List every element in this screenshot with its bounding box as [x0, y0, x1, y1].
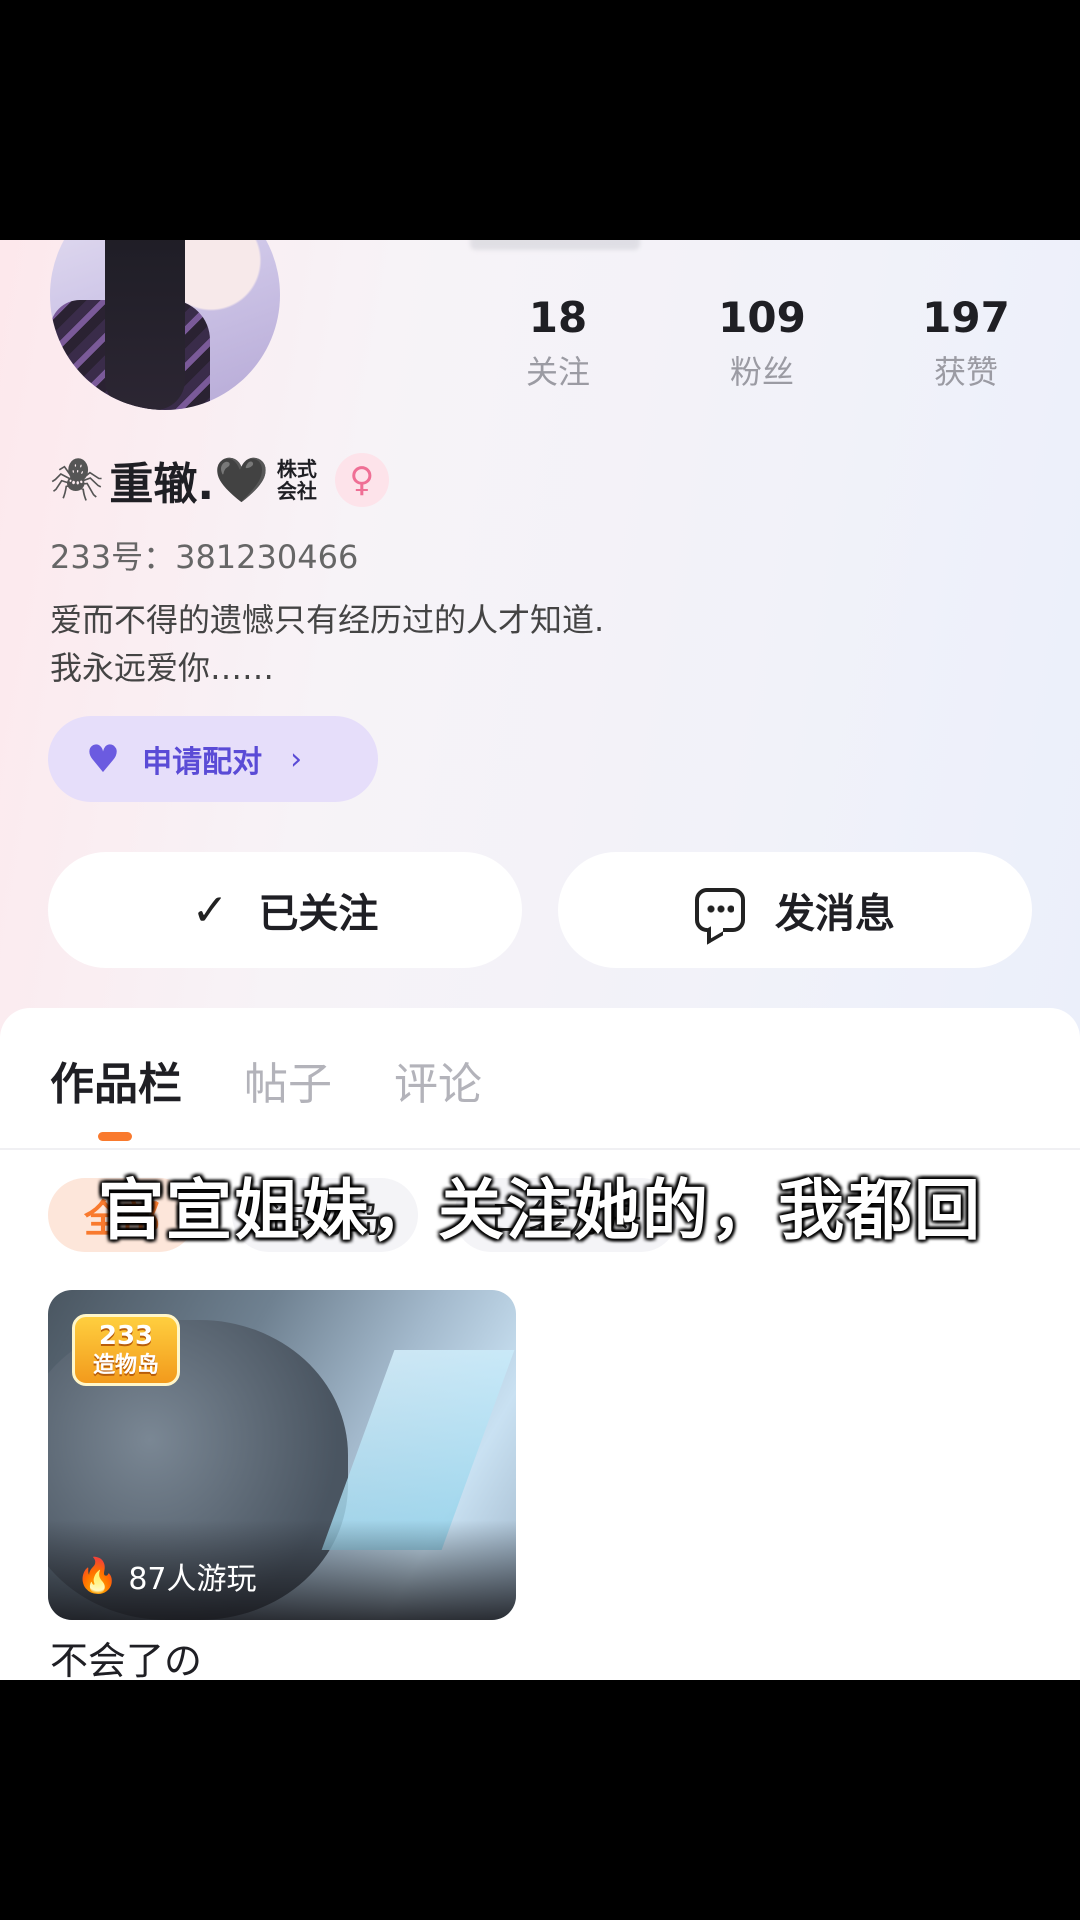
gender-female-icon: ♀ — [334, 453, 389, 507]
stat-following[interactable]: 18 关注 — [478, 290, 638, 394]
following-label: 已关注 — [258, 891, 379, 937]
cropped-header-text — [470, 240, 640, 250]
profile-tabs: 作品栏 帖子 评论 — [50, 1048, 482, 1112]
profile-screen: 18 关注 109 粉丝 197 获赞 🕷 重辙. 🖤 株式 会社 ♀ 233号… — [0, 240, 1080, 1680]
play-count-label: 87人游玩 — [128, 1562, 257, 1597]
play-count: 🔥 87人游玩 — [76, 1554, 257, 1598]
stat-value: 109 — [718, 293, 806, 342]
heart-icon: ♥ — [86, 737, 121, 781]
check-icon: ✓ — [191, 884, 229, 936]
heart-emoji: 🖤 — [214, 455, 269, 506]
spider-icon: 🕷 — [50, 455, 104, 504]
request-pair-label: 申请配对 — [142, 745, 263, 780]
stat-followers[interactable]: 109 粉丝 — [682, 290, 842, 394]
flame-icon: 🔥 — [76, 1556, 119, 1596]
bio-line: 我永远爱你…… — [50, 649, 275, 687]
stat-likes[interactable]: 197 获赞 — [886, 290, 1046, 394]
stat-label: 粉丝 — [729, 353, 794, 391]
content-panel: 作品栏 帖子 评论 全部 造物岛 口袋方舟 233 造物岛 🔥 87人游玩 不会… — [0, 1008, 1080, 1680]
tab-posts[interactable]: 帖子 — [244, 1048, 332, 1112]
app-logo: 233 造物岛 — [72, 1314, 180, 1386]
message-icon — [695, 888, 745, 932]
username: 重辙. — [109, 459, 215, 510]
work-card[interactable]: 233 造物岛 🔥 87人游玩 — [48, 1290, 516, 1620]
active-tab-indicator — [98, 1132, 132, 1141]
chevron-right-icon: › — [290, 741, 303, 777]
logo-text: 233 — [98, 1321, 154, 1351]
stat-label: 获赞 — [933, 353, 998, 391]
avatar-hair — [105, 240, 185, 410]
logo-subtext: 造物岛 — [92, 1353, 159, 1378]
name-row: 🕷 重辙. 🖤 株式 会社 ♀ — [50, 448, 389, 512]
send-message-button[interactable]: 发消息 — [558, 852, 1032, 968]
company-tag: 株式 会社 — [277, 458, 317, 502]
letterbox-bottom — [0, 1680, 1080, 1920]
divider — [0, 1148, 1080, 1150]
letterbox-top — [0, 0, 1080, 240]
video-subtitle: 官宣姐妹，关注她的，我都回 — [98, 1172, 982, 1249]
bio: 爱而不得的遗憾只有经历过的人才知道. 我永远爱你…… — [50, 596, 604, 692]
company-tag-line: 株式 — [276, 457, 317, 481]
request-pair-button[interactable]: ♥ 申请配对 › — [48, 716, 378, 802]
tab-comments[interactable]: 评论 — [394, 1048, 482, 1112]
send-message-label: 发消息 — [775, 891, 895, 937]
company-tag-line: 会社 — [276, 479, 317, 503]
avatar[interactable] — [50, 240, 280, 410]
stat-value: 18 — [528, 293, 588, 342]
tab-works[interactable]: 作品栏 — [50, 1048, 182, 1112]
work-title[interactable]: 不会了の — [50, 1630, 202, 1680]
stat-value: 197 — [922, 293, 1010, 342]
user-id[interactable]: 233号：381230466 — [50, 532, 358, 578]
bio-line: 爱而不得的遗憾只有经历过的人才知道. — [50, 601, 605, 639]
following-button[interactable]: ✓ 已关注 — [48, 852, 522, 968]
stat-label: 关注 — [525, 353, 590, 391]
